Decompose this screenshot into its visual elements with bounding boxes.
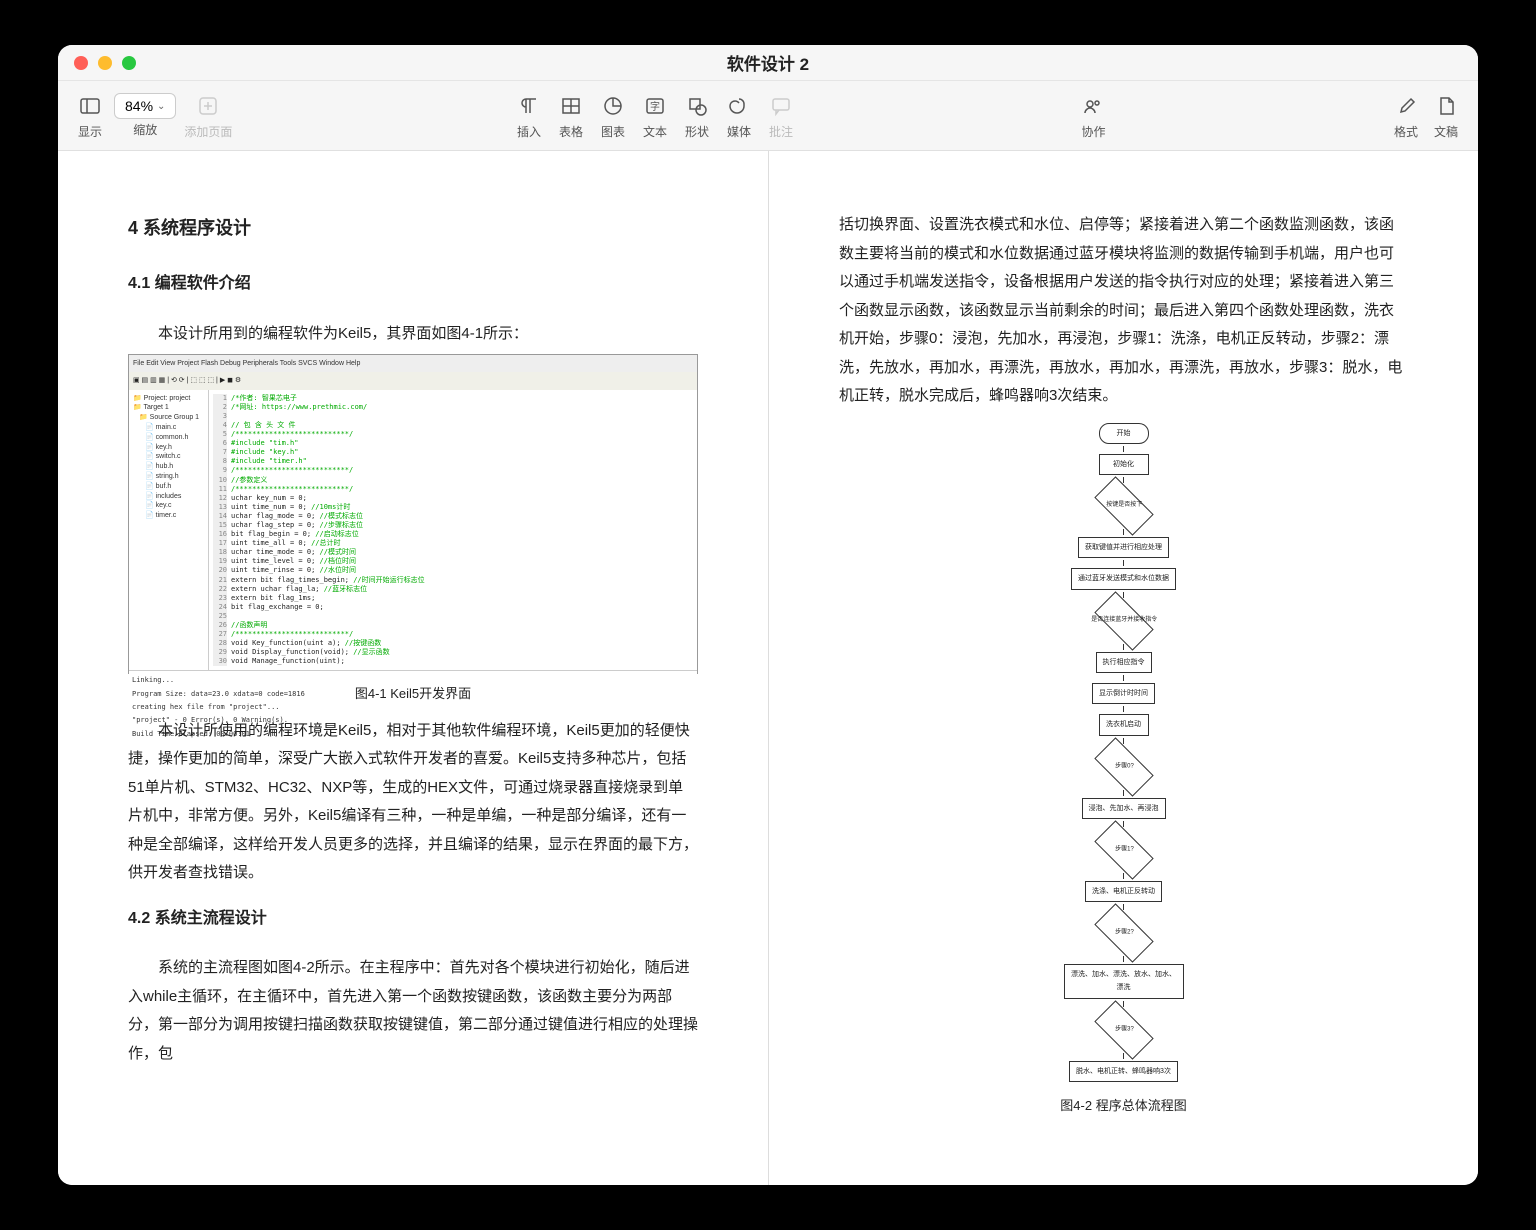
- figure-caption-2: 图4-2 程序总体流程图: [839, 1094, 1408, 1119]
- document-area[interactable]: 4 系统程序设计 4.1 编程软件介绍 本设计所用到的编程软件为Keil5，其界…: [58, 151, 1478, 1185]
- window-title: 软件设计 2: [58, 50, 1478, 75]
- text-button[interactable]: 字 文本: [639, 91, 671, 140]
- collaborate-button[interactable]: 协作: [1077, 91, 1109, 140]
- media-button[interactable]: 媒体: [723, 91, 755, 140]
- table-icon: [560, 95, 582, 117]
- chevron-down-icon: ⌄: [157, 101, 165, 112]
- app-window: 软件设计 2 显示 84%⌄ 缩放 添加页面 插入 表格: [58, 45, 1478, 1185]
- addpage-button: 添加页面: [184, 91, 232, 140]
- svg-text:字: 字: [650, 100, 660, 113]
- page-left: 4 系统程序设计 4.1 编程软件介绍 本设计所用到的编程软件为Keil5，其界…: [58, 151, 768, 1185]
- titlebar: 软件设计 2: [58, 45, 1478, 81]
- chart-icon: [602, 95, 624, 117]
- paragraph: 括切换界面、设置洗衣模式和水位、启停等；紧接着进入第二个函数监测函数，该函数主要…: [839, 211, 1408, 411]
- table-button[interactable]: 表格: [555, 91, 587, 140]
- brush-icon: [1395, 95, 1417, 117]
- ide-menubar: File Edit View Project Flash Debug Perip…: [129, 355, 697, 372]
- document-button[interactable]: 文稿: [1430, 91, 1462, 140]
- collaborate-icon: [1082, 95, 1104, 117]
- view-button[interactable]: 显示: [74, 91, 106, 140]
- zoom-control[interactable]: 84%⌄ 缩放: [114, 93, 176, 138]
- paragraph-icon: [518, 95, 540, 117]
- heading-4: 4 系统程序设计: [128, 211, 698, 245]
- comment-icon: [770, 95, 792, 117]
- figure-ide-screenshot: File Edit View Project Flash Debug Perip…: [128, 354, 698, 674]
- insert-button[interactable]: 插入: [513, 91, 545, 140]
- heading-4-2: 4.2 系统主流程设计: [128, 904, 698, 934]
- insert-cluster: 插入 表格 图表 字 文本 形状 媒体: [513, 91, 797, 140]
- text-icon: 字: [644, 95, 666, 117]
- format-button[interactable]: 格式: [1390, 91, 1422, 140]
- ide-toolbar: ▣ ▤ ▥ ▦ | ⟲ ⟳ | ⬚ ⬚ ⬚ | ▶ ◼ ⚙: [129, 372, 697, 389]
- ide-code-editor: 1/*作者: 智果芯电子2/*网址: https://www.prethmic.…: [209, 390, 697, 671]
- paragraph: 系统的主流程图如图4-2所示。在主程序中：首先对各个模块进行初始化，随后进入wh…: [128, 954, 698, 1068]
- figure-flowchart: 开始初始化按键是否按下获取键值并进行相应处理通过蓝牙发送模式和水位数据是否连接蓝…: [1064, 421, 1184, 1085]
- heading-4-1: 4.1 编程软件介绍: [128, 269, 698, 299]
- toolbar: 显示 84%⌄ 缩放 添加页面 插入 表格 图表 字: [58, 81, 1478, 151]
- plus-icon: [197, 95, 219, 117]
- page-right: 括切换界面、设置洗衣模式和水位、启停等；紧接着进入第二个函数监测函数，该函数主要…: [768, 151, 1478, 1185]
- paragraph: 本设计所使用的编程环境是Keil5，相对于其他软件编程环境，Keil5更加的轻便…: [128, 717, 698, 888]
- comment-button: 批注: [765, 91, 797, 140]
- document-icon: [1435, 95, 1457, 117]
- shape-button[interactable]: 形状: [681, 91, 713, 140]
- chart-button[interactable]: 图表: [597, 91, 629, 140]
- sidebar-icon: [79, 95, 101, 117]
- ide-project-tree: 📁 Project: project📁 Target 1📁 Source Gro…: [129, 390, 209, 671]
- paragraph: 本设计所用到的编程软件为Keil5，其界面如图4-1所示：: [128, 320, 698, 349]
- media-icon: [728, 95, 750, 117]
- shape-icon: [686, 95, 708, 117]
